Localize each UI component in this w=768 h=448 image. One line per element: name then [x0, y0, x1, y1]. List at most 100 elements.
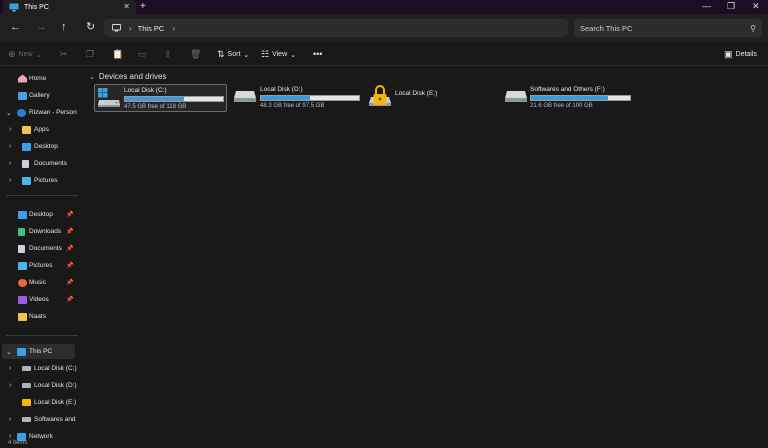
sidebar-item-gallery[interactable]: Gallery	[0, 88, 80, 103]
videos-icon	[18, 295, 27, 304]
chevron-right-icon[interactable]: ›	[9, 143, 11, 150]
chevron-right-icon[interactable]: ›	[9, 365, 11, 372]
divider	[6, 195, 78, 196]
share-button[interactable]: ⇪	[164, 49, 172, 60]
back-button[interactable]: ←	[10, 22, 21, 33]
tab-this-pc[interactable]: This PC ✕	[3, 0, 136, 14]
paste-button[interactable]: 📋	[112, 49, 123, 60]
drive-tile-e[interactable]: Local Disk (E:)	[366, 84, 496, 112]
close-window-button[interactable]: ✕	[752, 1, 760, 12]
divider	[6, 335, 78, 336]
computer-icon	[112, 24, 121, 32]
sidebar-label: Home	[29, 75, 47, 82]
navigation-bar: ← → ↑ ↻ › This PC › Search This PC ⚲	[0, 14, 768, 42]
sidebar-item-disk-c[interactable]: › Local Disk (C:)	[0, 361, 80, 376]
drive-icon	[234, 91, 256, 102]
breadcrumb-this-pc[interactable]: This PC	[138, 24, 165, 33]
chevron-down-icon[interactable]: ⌄	[6, 348, 12, 356]
sidebar-item-music[interactable]: Music 📌	[0, 275, 80, 290]
home-icon	[18, 74, 27, 83]
sidebar-item-pictures[interactable]: › Pictures	[0, 173, 80, 188]
close-tab-icon[interactable]: ✕	[123, 2, 130, 11]
folder-icon	[18, 312, 27, 321]
pictures-icon	[18, 261, 27, 270]
sidebar-label: Videos	[29, 296, 49, 303]
scissors-icon: ✂	[60, 49, 68, 59]
forward-button[interactable]: →	[36, 22, 47, 33]
refresh-button[interactable]: ↻	[86, 22, 95, 33]
up-button[interactable]: ↑	[61, 22, 67, 33]
chevron-right-icon[interactable]: ›	[9, 382, 11, 389]
sidebar-item-softwares[interactable]: › Softwares and	[0, 412, 80, 427]
details-pane-icon: ▣	[724, 49, 733, 59]
chevron-right-icon[interactable]: ›	[172, 24, 175, 33]
pin-icon: 📌	[66, 263, 74, 269]
drive-tile-c[interactable]: Local Disk (C:) 47.5 GB free of 118 GB	[94, 84, 227, 112]
folder-icon	[22, 125, 31, 134]
sidebar-item-videos[interactable]: Videos 📌	[0, 292, 80, 307]
chevron-right-icon[interactable]: ›	[9, 416, 11, 423]
more-options-button[interactable]: •••	[313, 49, 322, 59]
sidebar-item-disk-d[interactable]: › Local Disk (D:)	[0, 378, 80, 393]
share-icon: ⇪	[164, 49, 172, 59]
drive-free-space: 21.6 GB free of 100 GB	[530, 103, 593, 109]
sort-button[interactable]: ⇅ Sort ⌄	[217, 49, 249, 60]
chevron-right-icon[interactable]: ›	[9, 160, 11, 167]
sidebar-item-pictures-pinned[interactable]: Pictures 📌	[0, 258, 80, 273]
rename-button[interactable]: ▭	[138, 49, 147, 60]
group-header-devices[interactable]: ⌄ Devices and drives	[89, 72, 166, 81]
sidebar-label: Pictures	[34, 177, 58, 184]
search-input[interactable]: Search This PC ⚲	[574, 19, 762, 37]
drive-name: Softwares and Others (F:)	[530, 86, 605, 93]
sidebar-label: Rizwan - Person	[29, 109, 77, 116]
chevron-down-icon[interactable]: ⌄	[89, 73, 95, 81]
chevron-right-icon[interactable]: ›	[9, 177, 11, 184]
sidebar-item-this-pc[interactable]: ⌄ This PC	[2, 344, 75, 359]
plus-icon: ⊕	[8, 49, 16, 59]
new-button[interactable]: ⊕ New ⌄	[8, 49, 41, 60]
address-bar[interactable]: › This PC ›	[104, 19, 568, 37]
chevron-right-icon[interactable]: ›	[9, 433, 11, 440]
sidebar-item-desktop-pinned[interactable]: Desktop 📌	[0, 207, 80, 222]
sidebar-label: Desktop	[29, 211, 53, 218]
delete-button[interactable]: 🗑	[190, 49, 201, 60]
sidebar-item-naats[interactable]: Naats	[0, 309, 80, 324]
trash-icon: 🗑	[190, 49, 202, 59]
group-title: Devices and drives	[98, 72, 167, 81]
drive-tile-d[interactable]: Local Disk (D:) 48.3 GB free of 97.5 GB	[231, 84, 364, 112]
new-tab-button[interactable]: +	[140, 1, 146, 12]
sidebar-item-documents-pinned[interactable]: Documents 📌	[0, 241, 80, 256]
details-button[interactable]: ▣ Details	[724, 49, 757, 60]
drive-usage-bar	[530, 95, 631, 101]
sidebar-item-disk-e[interactable]: Local Disk (E:)	[0, 395, 80, 410]
sidebar-item-desktop[interactable]: › Desktop	[0, 139, 80, 154]
content-area: ⌄ Devices and drives Local Disk (C:) 47.…	[84, 67, 768, 448]
drive-tile-f[interactable]: Softwares and Others (F:) 21.6 GB free o…	[502, 84, 635, 112]
sidebar-label: Gallery	[29, 92, 50, 99]
drive-usage-bar	[260, 95, 360, 101]
chevron-down-icon[interactable]: ⌄	[6, 109, 12, 117]
search-icon: ⚲	[750, 23, 756, 33]
sidebar-label: Network	[29, 433, 53, 440]
computer-icon	[9, 3, 19, 11]
sidebar-item-downloads[interactable]: Downloads 📌	[0, 224, 80, 239]
sidebar-item-user[interactable]: ⌄ Rizwan - Person	[0, 105, 80, 120]
copy-button[interactable]: ❐	[86, 49, 94, 60]
sidebar-item-home[interactable]: Home	[0, 71, 80, 86]
view-button[interactable]: ☷ View ⌄	[261, 49, 296, 60]
sidebar-item-documents[interactable]: › Documents	[0, 156, 80, 171]
desktop-icon	[18, 210, 27, 219]
sidebar-label: Pictures	[29, 262, 53, 269]
chevron-right-icon[interactable]: ›	[9, 126, 11, 133]
sidebar-label: This PC	[29, 348, 53, 355]
cut-button[interactable]: ✂	[60, 49, 68, 60]
minimize-button[interactable]: —	[702, 1, 711, 11]
drive-usage-fill	[261, 96, 310, 100]
locked-drive-icon	[22, 399, 31, 406]
sidebar-item-apps[interactable]: › Apps	[0, 122, 80, 137]
music-icon	[18, 278, 27, 287]
drive-usage-bar	[124, 96, 224, 102]
sidebar-label: Local Disk (D:)	[34, 382, 77, 389]
sidebar-label: Downloads	[29, 228, 62, 235]
maximize-button[interactable]: ❐	[727, 1, 735, 12]
